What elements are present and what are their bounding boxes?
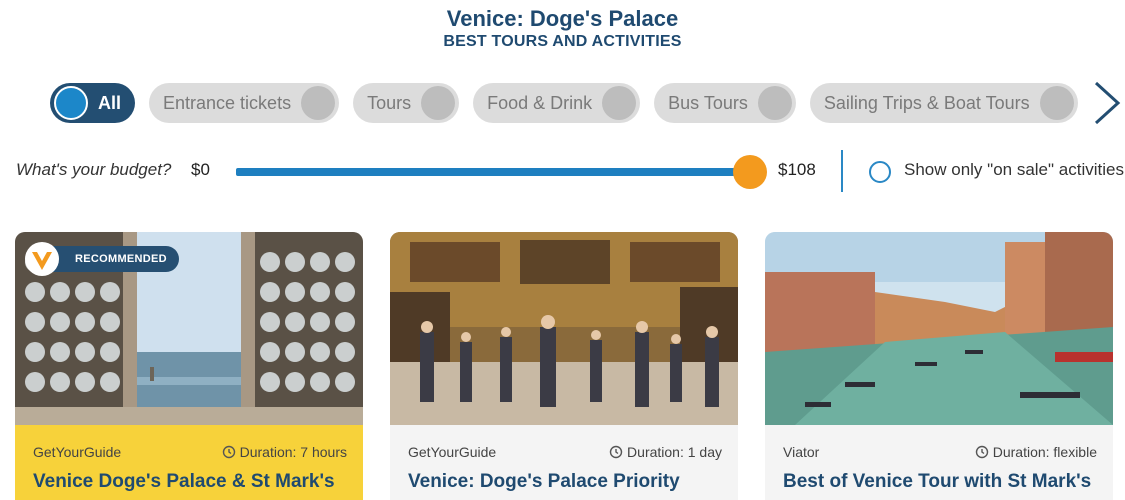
duration-text: Duration: 7 hours bbox=[239, 444, 347, 460]
provider-name: GetYourGuide bbox=[408, 444, 497, 460]
budget-max-label: $108 bbox=[778, 160, 816, 179]
duration-text: Duration: 1 day bbox=[627, 444, 722, 460]
activity-image: RECOMMENDED bbox=[15, 232, 363, 425]
filter-chip-label: Entrance tickets bbox=[163, 92, 292, 113]
provider-name: Viator bbox=[783, 444, 820, 460]
activity-card[interactable]: RECOMMENDED GetYourGuide Duration: 7 hou… bbox=[15, 232, 363, 500]
activity-image bbox=[390, 232, 738, 425]
card-meta: Viator Duration: flexible Best of Venice… bbox=[765, 425, 1113, 500]
activity-image bbox=[765, 232, 1113, 425]
card-meta: GetYourGuide Duration: 7 hours Venice Do… bbox=[15, 425, 363, 500]
filter-chip-label: Bus Tours bbox=[668, 92, 748, 113]
filter-chip-label: Tours bbox=[367, 92, 412, 113]
filter-chip-label: All bbox=[98, 92, 122, 113]
category-filter-bar: All Entrance tickets Tours Food & Drink … bbox=[50, 83, 1090, 123]
activity-title[interactable]: Best of Venice Tour with St Mark's bbox=[783, 471, 1091, 493]
toggle-knob bbox=[757, 86, 792, 120]
toggle-knob bbox=[602, 86, 637, 120]
on-sale-radio[interactable] bbox=[869, 161, 891, 183]
card-meta: GetYourGuide Duration: 1 day Venice: Dog… bbox=[390, 425, 738, 500]
activity-card[interactable]: GetYourGuide Duration: 1 day Venice: Dog… bbox=[390, 232, 738, 500]
filter-chip-tours[interactable]: Tours bbox=[353, 83, 460, 123]
filter-chip-all[interactable]: All bbox=[50, 83, 136, 123]
filter-chip-sailing-trips[interactable]: Sailing Trips & Boat Tours bbox=[809, 83, 1078, 123]
budget-slider-track[interactable] bbox=[236, 168, 752, 176]
filter-chip-entrance-tickets[interactable]: Entrance tickets bbox=[149, 83, 340, 123]
clock-history-icon bbox=[222, 445, 235, 459]
duration: Duration: flexible bbox=[975, 444, 1097, 460]
clock-history-icon bbox=[975, 445, 988, 459]
activity-title[interactable]: Venice Doge's Palace & St Mark's bbox=[33, 471, 335, 493]
budget-filter: What's your budget? $0 $108 Show only "o… bbox=[0, 150, 1125, 192]
duration-text: Duration: flexible bbox=[992, 444, 1097, 460]
budget-min-label: $0 bbox=[191, 160, 210, 179]
toggle-knob bbox=[54, 86, 88, 120]
clock-history-icon bbox=[609, 445, 623, 459]
duration: Duration: 7 hours bbox=[222, 444, 347, 460]
toggle-knob bbox=[421, 86, 456, 120]
filter-chip-label: Food & Drink bbox=[487, 92, 593, 113]
filter-chip-bus-tours[interactable]: Bus Tours bbox=[654, 83, 796, 123]
toggle-knob bbox=[301, 86, 336, 120]
badge-label: RECOMMENDED bbox=[41, 246, 179, 272]
page-title: Venice: Doge's Palace bbox=[446, 6, 679, 31]
divider bbox=[841, 150, 843, 192]
toggle-knob bbox=[1039, 86, 1074, 120]
provider-name: GetYourGuide bbox=[33, 444, 122, 460]
budget-slider-thumb[interactable] bbox=[733, 155, 767, 189]
activity-title[interactable]: Venice: Doge's Palace Priority bbox=[408, 471, 680, 493]
duration: Duration: 1 day bbox=[609, 444, 722, 460]
medal-check-icon bbox=[25, 242, 59, 276]
page-header: Venice: Doge's Palace BEST TOURS AND ACT… bbox=[0, 6, 1125, 52]
filter-chip-food-drink[interactable]: Food & Drink bbox=[473, 83, 641, 123]
on-sale-label[interactable]: Show only "on sale" activities bbox=[904, 160, 1124, 180]
recommended-badge: RECOMMENDED bbox=[25, 242, 179, 276]
activity-card[interactable]: Viator Duration: flexible Best of Venice… bbox=[765, 232, 1113, 500]
filter-chip-label: Sailing Trips & Boat Tours bbox=[823, 92, 1030, 113]
chevron-right-icon[interactable] bbox=[1090, 80, 1122, 126]
budget-question: What's your budget? bbox=[16, 160, 172, 179]
page-subtitle: BEST TOURS AND ACTIVITIES bbox=[443, 33, 682, 50]
